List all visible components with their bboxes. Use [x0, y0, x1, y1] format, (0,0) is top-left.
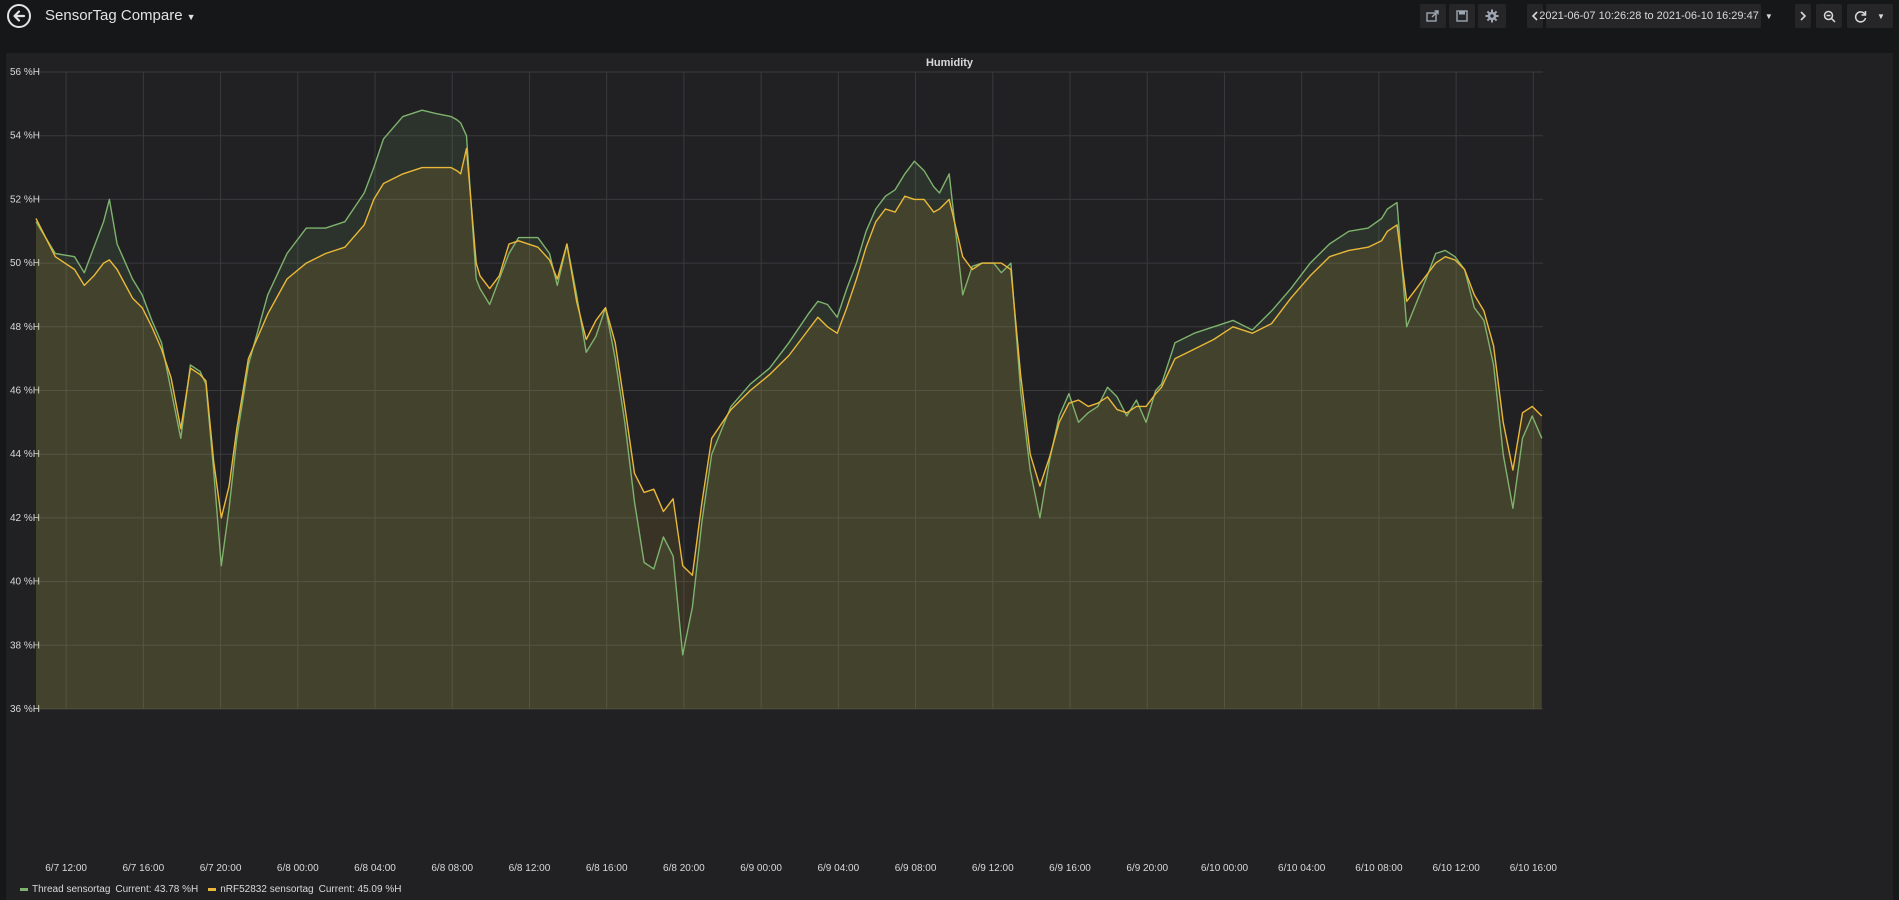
caret-down-icon[interactable]: ▼	[1877, 12, 1885, 21]
save-icon	[1456, 10, 1468, 22]
top-navbar: SensorTag Compare ▼ 2021-06-07 10:26:28 t…	[0, 0, 1899, 34]
caret-down-icon: ▼	[1764, 11, 1773, 21]
x-tick-label: 6/8 00:00	[277, 863, 319, 874]
y-tick-label: 52 %H	[10, 194, 40, 205]
x-tick-label: 6/10 00:00	[1201, 863, 1249, 874]
back-button[interactable]	[7, 4, 31, 28]
x-tick-label: 6/10 12:00	[1432, 863, 1480, 874]
save-button[interactable]	[1449, 4, 1475, 28]
x-tick-label: 6/7 12:00	[45, 863, 87, 874]
x-tick-label: 6/10 04:00	[1278, 863, 1326, 874]
x-tick-label: 6/7 20:00	[200, 863, 242, 874]
humidity-chart[interactable]: 56 %H54 %H52 %H50 %H48 %H46 %H44 %H42 %H…	[6, 53, 1893, 900]
legend-item-thread[interactable]: Thread sensortag Current: 43.78 %H	[20, 884, 198, 895]
legend-series-name: nRF52832 sensortag	[220, 884, 314, 895]
x-tick-label: 6/10 08:00	[1355, 863, 1403, 874]
legend-current-value: Current: 43.78 %H	[115, 884, 199, 895]
y-tick-label: 38 %H	[10, 640, 40, 651]
x-tick-label: 6/8 04:00	[354, 863, 396, 874]
y-tick-label: 48 %H	[10, 322, 40, 333]
x-tick-label: 6/9 12:00	[972, 863, 1014, 874]
zoom-out-icon	[1823, 10, 1836, 23]
y-tick-label: 46 %H	[10, 386, 40, 397]
refresh-button[interactable]: ▼	[1847, 4, 1893, 28]
zoom-out-button[interactable]	[1816, 4, 1842, 28]
time-range-picker[interactable]: 2021-06-07 10:26:28 to 2021-06-10 16:29:…	[1539, 4, 1773, 28]
time-shift-forward-button[interactable]	[1795, 4, 1811, 28]
x-tick-label: 6/8 20:00	[663, 863, 705, 874]
x-tick-label: 6/9 20:00	[1126, 863, 1168, 874]
series-area-nrf52832	[36, 148, 1542, 709]
share-icon	[1426, 10, 1439, 22]
y-tick-label: 50 %H	[10, 258, 40, 269]
y-tick-label: 54 %H	[10, 131, 40, 142]
panel-title[interactable]: Humidity	[6, 57, 1893, 69]
x-tick-label: 6/9 00:00	[740, 863, 782, 874]
back-arrow-icon	[13, 10, 26, 22]
x-tick-label: 6/7 16:00	[122, 863, 164, 874]
dashboard-title: SensorTag Compare	[45, 7, 183, 24]
y-tick-label: 44 %H	[10, 449, 40, 460]
y-tick-label: 42 %H	[10, 513, 40, 524]
gear-icon	[1485, 9, 1499, 23]
settings-button[interactable]	[1478, 4, 1506, 28]
caret-down-icon: ▼	[186, 12, 196, 22]
chevron-right-icon	[1800, 11, 1807, 21]
y-tick-label: 36 %H	[10, 704, 40, 715]
time-range-text: 2021-06-07 10:26:28 to 2021-06-10 16:29:…	[1539, 10, 1759, 22]
refresh-icon	[1854, 10, 1867, 23]
x-tick-label: 6/9 08:00	[895, 863, 937, 874]
x-tick-label: 6/9 04:00	[817, 863, 859, 874]
legend-current-value: Current: 45.09 %H	[318, 884, 402, 895]
share-button[interactable]	[1420, 4, 1446, 28]
x-tick-label: 6/10 16:00	[1510, 863, 1558, 874]
humidity-graph-panel: 56 %H 54 %H 52 %H 50 %H 48 %H 46 %H 44 %H 42 %H…	[6, 53, 1893, 900]
x-tick-label: 6/9 16:00	[1049, 863, 1091, 874]
legend-swatch-nrf52832	[208, 888, 217, 891]
legend-series-name: Thread sensortag	[32, 884, 111, 895]
x-tick-label: 6/8 08:00	[431, 863, 473, 874]
graph-legend: Thread sensortag Current: 43.78 %H nRF52…	[20, 884, 401, 895]
x-tick-label: 6/8 16:00	[586, 863, 628, 874]
legend-item-nrf52832[interactable]: nRF52832 sensortag Current: 45.09 %H	[208, 884, 401, 895]
legend-swatch-thread	[20, 888, 28, 891]
dashboard-title-dropdown[interactable]: SensorTag Compare ▼	[45, 7, 196, 24]
y-tick-label: 40 %H	[10, 577, 40, 588]
x-tick-label: 6/8 12:00	[509, 863, 551, 874]
